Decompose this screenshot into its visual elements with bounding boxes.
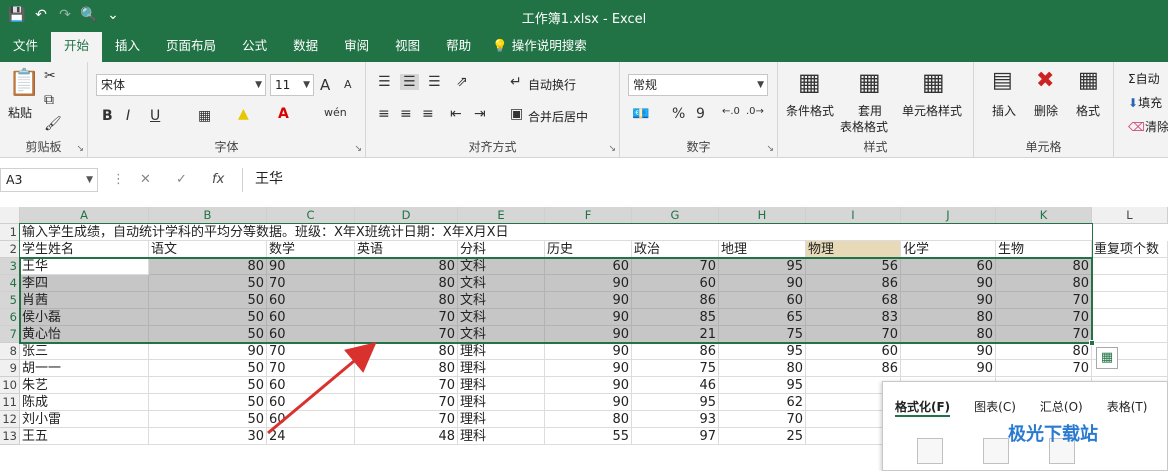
watermark: 极光下载站 xyxy=(1008,424,1098,445)
qa-tab-totals[interactable]: 汇总(O) xyxy=(1040,398,1083,417)
red-arrow xyxy=(267,342,377,435)
qa-tab-tables[interactable]: 表格(T) xyxy=(1107,398,1148,417)
quick-analysis-tabs: 格式化(F) 图表(C) 汇总(O) 表格(T) xyxy=(895,398,1147,417)
qa-tab-formatting[interactable]: 格式化(F) xyxy=(895,398,951,417)
qa-color-scale-icon[interactable] xyxy=(983,438,1009,464)
quick-analysis-icon[interactable]: ▦ xyxy=(1096,347,1118,369)
qa-tab-charts[interactable]: 图表(C) xyxy=(974,398,1016,417)
qa-data-bars-icon[interactable] xyxy=(917,438,943,464)
